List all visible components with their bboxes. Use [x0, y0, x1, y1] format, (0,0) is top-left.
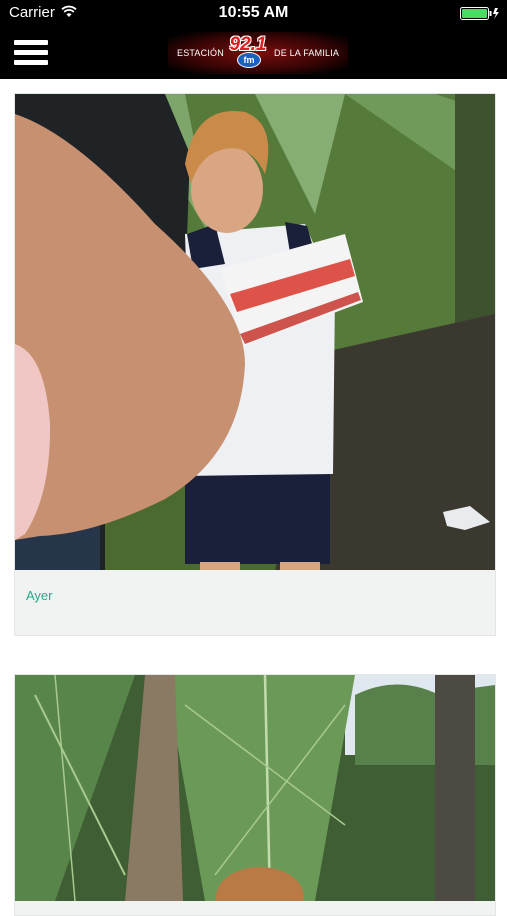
- post-date: Ayer: [26, 588, 53, 603]
- app-header: ESTACIÓN 92.1 fm DE LA FAMILIA: [0, 26, 507, 79]
- status-time: 10:55 AM: [218, 4, 289, 21]
- battery-icon: [460, 7, 499, 20]
- logo-left-text: ESTACIÓN: [177, 48, 224, 58]
- station-logo: ESTACIÓN 92.1 fm DE LA FAMILIA: [168, 32, 348, 74]
- post-card[interactable]: [14, 674, 496, 916]
- status-bar: Carrier 10:55 AM: [0, 0, 507, 26]
- logo-badge: 92.1 fm: [229, 34, 267, 70]
- post-photo[interactable]: [15, 675, 495, 901]
- post-photo[interactable]: [15, 94, 495, 570]
- post-card[interactable]: Ayer: [14, 93, 496, 636]
- logo-right-text: DE LA FAMILIA: [274, 48, 340, 58]
- hamburger-menu-icon[interactable]: [14, 40, 48, 66]
- news-feed: Ayer: [0, 79, 507, 916]
- logo-band: fm: [237, 52, 261, 68]
